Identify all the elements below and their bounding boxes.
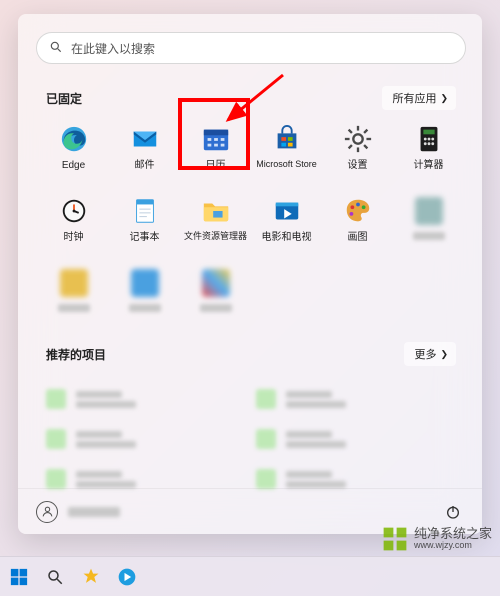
recommended-header: 推荐的项目 更多 ❯ — [46, 342, 456, 366]
app-label: 计算器 — [414, 160, 444, 171]
app-store[interactable]: Microsoft Store — [251, 124, 322, 182]
edge-icon — [59, 124, 89, 154]
recommended-item[interactable] — [46, 424, 246, 454]
app-blurred-3[interactable] — [109, 268, 180, 326]
app-label: Microsoft Store — [256, 160, 317, 170]
store-icon — [272, 124, 302, 154]
notepad-icon — [130, 196, 160, 226]
app-blurred-4[interactable] — [180, 268, 251, 326]
movies-icon — [272, 196, 302, 226]
pinned-grid: Edge 邮件 日历 Microsoft Store 设置 — [36, 120, 466, 326]
app-blurred-1[interactable] — [393, 196, 464, 254]
search-box[interactable]: 在此键入以搜索 — [36, 32, 466, 64]
search-placeholder: 在此键入以搜索 — [71, 40, 155, 57]
app-movies[interactable]: 电影和电视 — [251, 196, 322, 254]
app-label: 日历 — [206, 160, 226, 171]
blurred-icon — [130, 268, 160, 298]
app-mail[interactable]: 邮件 — [109, 124, 180, 182]
search-icon — [49, 40, 63, 57]
blurred-label — [413, 232, 445, 240]
taskbar-app-2[interactable] — [114, 564, 140, 590]
all-apps-button[interactable]: 所有应用 ❯ — [382, 86, 456, 110]
app-clock[interactable]: 时钟 — [38, 196, 109, 254]
blurred-icon — [414, 196, 444, 226]
power-button[interactable] — [442, 501, 464, 523]
app-label: Edge — [62, 160, 85, 171]
watermark-url: www.wjzy.com — [414, 541, 492, 551]
app-label: 文件资源管理器 — [184, 232, 247, 242]
paint-icon — [343, 196, 373, 226]
app-calculator[interactable]: 计算器 — [393, 124, 464, 182]
app-explorer[interactable]: 文件资源管理器 — [180, 196, 251, 254]
blurred-label — [200, 304, 232, 312]
chevron-right-icon: ❯ — [440, 93, 448, 104]
folder-icon — [201, 196, 231, 226]
app-settings[interactable]: 设置 — [322, 124, 393, 182]
all-apps-label: 所有应用 — [392, 90, 436, 106]
start-button[interactable] — [6, 564, 32, 590]
app-notepad[interactable]: 记事本 — [109, 196, 180, 254]
more-button[interactable]: 更多 ❯ — [404, 342, 456, 366]
recommended-title: 推荐的项目 — [46, 346, 106, 363]
blurred-icon — [59, 268, 89, 298]
blurred-icon — [201, 268, 231, 298]
taskbar-search-button[interactable] — [42, 564, 68, 590]
app-calendar[interactable]: 日历 — [180, 124, 251, 182]
taskbar-app-1[interactable] — [78, 564, 104, 590]
app-paint[interactable]: 画图 — [322, 196, 393, 254]
app-edge[interactable]: Edge — [38, 124, 109, 182]
calendar-icon — [201, 124, 231, 154]
app-label: 邮件 — [135, 160, 155, 171]
recommended-item[interactable] — [256, 424, 456, 454]
blurred-label — [129, 304, 161, 312]
watermark-text: 纯净系统之家 — [414, 527, 492, 541]
mail-icon — [130, 124, 160, 154]
pinned-header: 已固定 所有应用 ❯ — [46, 86, 456, 110]
app-label: 时钟 — [64, 232, 84, 243]
recommended-item[interactable] — [256, 384, 456, 414]
app-label: 记事本 — [130, 232, 160, 243]
start-menu: 在此键入以搜索 已固定 所有应用 ❯ Edge 邮件 日历 — [18, 14, 482, 534]
avatar-icon — [36, 501, 58, 523]
app-label: 画图 — [348, 232, 368, 243]
recommended-item[interactable] — [46, 384, 246, 414]
blurred-label — [58, 304, 90, 312]
more-label: 更多 — [414, 346, 436, 362]
chevron-right-icon: ❯ — [440, 349, 448, 360]
pinned-title: 已固定 — [46, 90, 82, 107]
taskbar — [0, 556, 500, 596]
clock-icon — [59, 196, 89, 226]
watermark: 纯净系统之家 www.wjzy.com — [382, 526, 492, 552]
recommended-list — [36, 376, 466, 494]
user-account[interactable] — [36, 501, 120, 523]
app-label: 设置 — [348, 160, 368, 171]
settings-icon — [343, 124, 373, 154]
app-label: 电影和电视 — [262, 232, 312, 243]
app-blurred-2[interactable] — [38, 268, 109, 326]
username-blurred — [68, 507, 120, 517]
calculator-icon — [414, 124, 444, 154]
watermark-logo-icon — [382, 526, 408, 552]
